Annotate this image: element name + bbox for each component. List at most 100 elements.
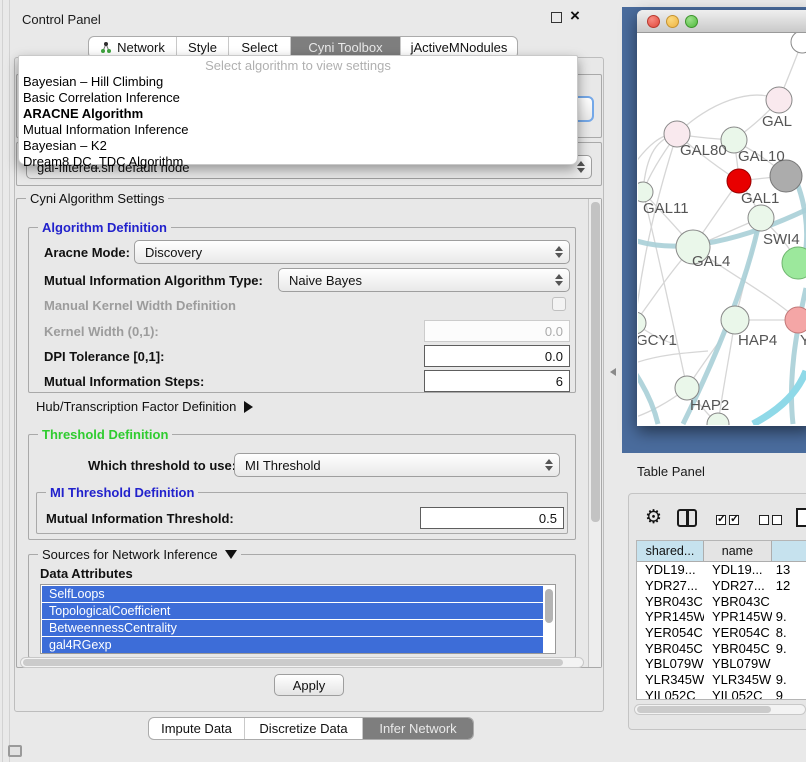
node-y[interactable] — [785, 307, 806, 333]
menu-item-aracne[interactable]: ARACNE Algorithm — [22, 106, 574, 121]
left-gutter-line — [2, 0, 3, 762]
combo-arrows-icon — [545, 454, 553, 476]
node-label: Y — [800, 332, 806, 349]
node-unlabeled-bottom[interactable] — [707, 413, 729, 425]
algorithm-combo-placeholder: Select algorithm to view settings — [19, 58, 577, 73]
table-row[interactable]: YDR27...YDR27...12 — [637, 578, 806, 594]
unselect-all-columns-icon[interactable] — [759, 512, 785, 530]
aracne-mode-label: Aracne Mode: — [44, 245, 130, 260]
minimized-panel-icon[interactable] — [8, 745, 22, 757]
aracne-mode-combo[interactable]: Discovery — [134, 240, 570, 264]
mi-threshold-field[interactable]: 0.5 — [420, 507, 564, 529]
menu-item-bayesian-k2[interactable]: Bayesian – K2 — [22, 138, 574, 153]
hub-transcription-expander[interactable]: Hub/Transcription Factor Definition — [36, 399, 253, 414]
tab-impute-data[interactable]: Impute Data — [149, 718, 245, 739]
table-hscrollbar[interactable] — [634, 704, 806, 715]
tab-label: Impute Data — [161, 721, 232, 736]
minimize-window-icon[interactable] — [666, 15, 679, 28]
left-gutter-line — [9, 0, 10, 762]
select-all-columns-icon[interactable] — [716, 512, 742, 530]
menu-item-mutual-information[interactable]: Mutual Information Inference — [22, 122, 574, 137]
node-label: GCY1 — [638, 332, 677, 349]
node-unlabeled-green[interactable] — [782, 247, 806, 279]
mi-algorithm-type-combo[interactable]: Naive Bayes — [278, 268, 570, 292]
splitter-collapse-icon[interactable] — [610, 368, 616, 376]
kernel-width-label: Kernel Width (0,1): — [44, 324, 159, 339]
tab-label: Style — [188, 40, 217, 55]
settings-scrollbar[interactable] — [588, 199, 601, 667]
table-row[interactable]: YPR145WYPR145W9. — [637, 609, 806, 625]
panel-title: Control Panel — [22, 12, 101, 27]
node-label: GAL1 — [741, 190, 779, 207]
node-table: shared... name YDL19...YDL19...13 YDR27.… — [636, 540, 806, 700]
network-bright-edge — [753, 371, 806, 424]
node-unlabeled-top[interactable] — [791, 33, 806, 53]
node-label: SWI4 — [763, 231, 800, 248]
bottom-tabs: Impute Data Discretize Data Infer Networ… — [148, 717, 474, 740]
application-window: Control Panel × Network Style Select Cyn… — [0, 0, 806, 762]
new-table-icon[interactable] — [796, 508, 806, 527]
mi-algorithm-type-label: Mutual Information Algorithm Type: — [44, 273, 263, 288]
tab-infer-network[interactable]: Infer Network — [363, 718, 473, 739]
tab-label: Select — [241, 40, 277, 55]
menu-item-bayesian-hill-climbing[interactable]: Bayesian – Hill Climbing — [22, 74, 574, 89]
sources-expander[interactable]: Sources for Network Inference — [38, 547, 241, 562]
table-row[interactable]: YBR045CYBR045C9. — [637, 640, 806, 656]
tab-discretize-data[interactable]: Discretize Data — [245, 718, 363, 739]
node-label: GAL4 — [692, 253, 730, 270]
list-scrollbar-thumb[interactable] — [545, 589, 553, 623]
mi-steps-field[interactable]: 6 — [424, 370, 570, 392]
node-gal[interactable] — [766, 87, 792, 113]
list-item-selfloops[interactable]: SelfLoops — [42, 586, 543, 602]
threshold-definition-title: Threshold Definition — [38, 427, 172, 442]
tab-label: Cyni Toolbox — [308, 40, 382, 55]
list-item-gal4rgexp[interactable]: gal4RGexp — [42, 637, 543, 653]
column-header-partial[interactable] — [772, 541, 806, 561]
gear-icon[interactable]: ⚙ — [645, 506, 662, 528]
node-hap4[interactable] — [721, 306, 749, 334]
network-canvas[interactable]: GAL GAL80 GAL10 GAL1 GAL11 SWI4 GAL4 GCY… — [638, 33, 806, 425]
combo-arrows-icon — [555, 241, 563, 263]
table-hscrollbar-thumb[interactable] — [637, 706, 771, 713]
table-row[interactable]: YIL052CYIL052C9 — [637, 688, 806, 701]
expander-right-icon — [244, 401, 253, 413]
table-row[interactable]: YLR345WYLR345W9. — [637, 672, 806, 688]
apply-button[interactable]: Apply — [274, 674, 344, 696]
algorithm-dropdown-menu: Select algorithm to view settings Bayesi… — [18, 55, 578, 165]
list-item-betweennesscentrality[interactable]: BetweennessCentrality — [42, 620, 543, 636]
table-row[interactable]: YDL19...YDL19...13 — [637, 562, 806, 578]
which-threshold-combo[interactable]: MI Threshold — [234, 453, 560, 477]
combo-arrows-icon — [555, 269, 563, 291]
node-label: GAL80 — [680, 142, 727, 159]
data-attributes-label: Data Attributes — [40, 566, 133, 581]
dpi-tolerance-field[interactable]: 0.0 — [424, 345, 570, 367]
manual-kernel-width-checkbox[interactable] — [552, 297, 566, 311]
node-swi4[interactable] — [748, 205, 774, 231]
kernel-width-field[interactable]: 0.0 — [424, 320, 570, 342]
table-row[interactable]: YER054CYER054C8. — [637, 625, 806, 641]
close-window-icon[interactable] — [647, 15, 660, 28]
table-row[interactable]: YBR043CYBR043C — [637, 593, 806, 609]
settings-hscrollbar-thumb[interactable] — [23, 659, 563, 666]
mi-threshold-label: Mutual Information Threshold: — [46, 511, 234, 526]
close-panel-icon[interactable]: × — [570, 6, 580, 26]
data-attributes-list: SelfLoops TopologicalCoefficient Between… — [40, 584, 556, 654]
table-row[interactable]: YBL079WYBL079W — [637, 656, 806, 672]
float-panel-icon[interactable] — [551, 12, 562, 23]
tab-label: Discretize Data — [259, 721, 347, 736]
mi-threshold-group-title: MI Threshold Definition — [46, 485, 198, 500]
menu-item-dream8[interactable]: Dream8 DC_TDC Algorithm — [22, 154, 574, 169]
node-label: GAL10 — [738, 148, 785, 165]
settings-hscrollbar[interactable] — [20, 657, 584, 668]
column-header-shared[interactable]: shared... — [637, 541, 704, 561]
zoom-window-icon[interactable] — [685, 15, 698, 28]
network-window-titlebar[interactable] — [637, 10, 806, 33]
settings-scrollbar-thumb[interactable] — [591, 202, 600, 522]
table-header-row: shared... name — [637, 541, 806, 562]
node-label: HAP4 — [738, 332, 777, 349]
list-item-topologicalcoefficient[interactable]: TopologicalCoefficient — [42, 603, 543, 619]
menu-item-basic-correlation[interactable]: Basic Correlation Inference — [22, 90, 574, 105]
show-columns-icon[interactable] — [677, 509, 697, 527]
node-gal11[interactable] — [638, 182, 653, 202]
column-header-name[interactable]: name — [704, 541, 772, 561]
